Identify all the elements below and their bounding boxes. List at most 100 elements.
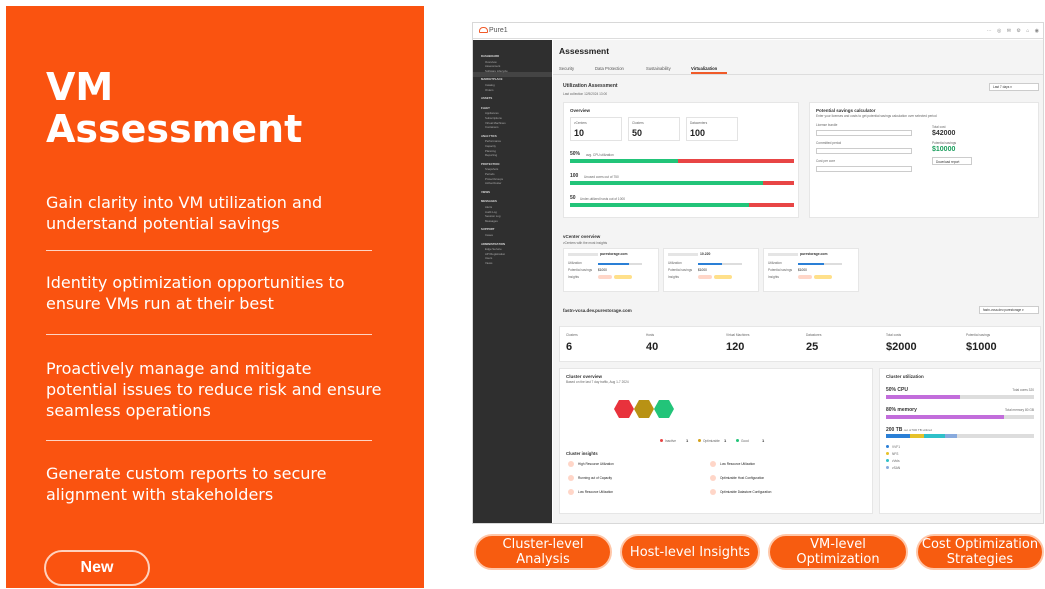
cloud-icon — [479, 27, 488, 33]
sidebar-item[interactable]: Overview — [485, 60, 497, 64]
util-bar-bad — [749, 203, 794, 207]
insight-label[interactable]: Optimizable Host Configuration — [720, 476, 764, 480]
sidebar-item[interactable]: Capacity — [485, 144, 496, 148]
tab-data-protection[interactable]: Data Protection — [595, 66, 624, 71]
legend-dot — [660, 439, 663, 442]
sidebar-item[interactable]: ActiveCluster — [485, 181, 501, 185]
insight-label[interactable]: High Resource Utilization — [578, 462, 614, 466]
storage-legend-label: NFS — [892, 451, 899, 456]
sidebar-item[interactable]: Periods — [485, 172, 494, 176]
vcenter-util-bar — [698, 263, 742, 265]
sidebar-item[interactable]: VIEWS — [481, 190, 490, 194]
sidebar-item[interactable]: ANALYTICS — [481, 134, 497, 138]
util-bar-good — [570, 159, 678, 163]
tab-security[interactable]: Security — [559, 66, 574, 71]
host-select[interactable]: fastn-vcsa.dev.purestorage ▾ — [979, 306, 1039, 314]
kpi-label: Total costs — [886, 333, 902, 337]
period-label: Committed period — [816, 141, 842, 145]
cluster-overview-subtitle: Based on the last 7 day traffic, Aug 1-7… — [566, 380, 629, 384]
sidebar-item[interactable]: Containers — [485, 125, 499, 129]
sidebar-item[interactable]: Subscriptions — [485, 116, 502, 120]
period-select[interactable] — [816, 148, 912, 154]
stat-box: Datacenters 100 — [686, 117, 738, 141]
savings-calculator-card: Potential savings calculator Enter your … — [809, 102, 1039, 218]
kpi-label: Datastores — [806, 333, 822, 337]
range-select[interactable]: Last 7 days ▾ — [989, 83, 1039, 91]
legend-label: Optimizable — [703, 438, 720, 443]
potential-value: $10000 — [932, 146, 956, 153]
cpu-bar-fill — [886, 395, 960, 399]
vcenter-savings: $1000 — [798, 268, 807, 272]
kpi-value: 25 — [806, 341, 819, 353]
divider — [46, 440, 372, 441]
sidebar-item[interactable]: Virtual Machines — [485, 121, 506, 125]
kpi-label: Virtual Machines — [726, 333, 750, 337]
legend-count: 1 — [762, 438, 765, 443]
insight-label[interactable]: Optimizable Datastore Configuration — [720, 490, 771, 494]
license-label: License bundle — [816, 123, 838, 127]
cluster-hex-optimizable[interactable] — [634, 400, 654, 418]
storage-legend-label: VVF1 — [892, 444, 900, 449]
sidebar-item[interactable]: Reporting — [485, 153, 497, 157]
legend-dot — [698, 439, 701, 442]
tab-sustainability[interactable]: Sustainability — [646, 66, 671, 71]
vcenter-card[interactable]: purestorage.com Utilization Potential savi… — [763, 248, 859, 292]
sidebar-item[interactable]: Software Lifecycle — [485, 69, 508, 73]
memory-bar-fill — [886, 415, 1005, 419]
vcenter-card[interactable]: 10.220 Utilization Potential savings Insigh… — [663, 248, 759, 292]
sidebar-item[interactable]: SUPPORT — [481, 227, 495, 231]
vcenter-name-redacted — [568, 253, 598, 256]
main-content: Assessment Security Data Protection Sust… — [553, 40, 1043, 523]
sidebar-item[interactable]: Assessment — [485, 64, 500, 68]
cpu-bar — [886, 395, 1034, 399]
sidebar-item[interactable]: Users — [485, 256, 492, 260]
feature-host-level-insights: Host-level Insights — [620, 534, 760, 570]
sidebar-item[interactable]: Cases — [485, 233, 493, 237]
vcenter-row-label: Insights — [668, 275, 679, 279]
sidebar-item[interactable]: Snapshots — [485, 167, 498, 171]
cluster-hex-inactive[interactable] — [614, 400, 634, 418]
toolbar-icons[interactable]: ⋯ ◎ ✉ ⚙ ⌂ ◉ — [987, 28, 1041, 34]
cost-input[interactable] — [816, 166, 912, 172]
sidebar-item[interactable]: Performance — [485, 139, 501, 143]
insight-tag — [798, 275, 812, 279]
cpu-label: 50% CPU — [886, 387, 908, 393]
sidebar-item[interactable]: DASHBOARD — [481, 54, 499, 58]
sidebar-item[interactable]: ADMINISTRATION — [481, 242, 505, 246]
top-bar: Pure1 ⋯ ◎ ✉ ⚙ ⌂ ◉ — [473, 23, 1043, 39]
sidebar-item[interactable]: Edge Service — [485, 247, 502, 251]
sidebar-item[interactable]: Appliances — [485, 111, 499, 115]
sidebar-item[interactable]: Audit Log — [485, 210, 497, 214]
sidebar-item[interactable]: ASSETS — [481, 96, 492, 100]
sidebar-item[interactable]: FLEET — [481, 106, 490, 110]
sidebar-item[interactable]: Orders — [485, 88, 494, 92]
sidebar-item[interactable]: Alerts — [485, 205, 492, 209]
sidebar-item[interactable]: Session Log — [485, 214, 500, 218]
cluster-hex-good[interactable] — [654, 400, 674, 418]
insight-label[interactable]: Running out of Capacity — [578, 476, 612, 480]
vcenter-row-label: Potential savings — [568, 268, 593, 272]
cluster-util-title: Cluster utilization — [886, 374, 924, 379]
util-bar-bad — [677, 159, 794, 163]
vcenter-card[interactable]: purestorage.com Utilization Potential savi… — [563, 248, 659, 292]
sidebar-item[interactable]: PROTECTION — [481, 162, 499, 166]
insight-label[interactable]: Low Resource Utilization — [578, 490, 613, 494]
host-name: fastn-vcsa.dev.purestorage.com — [563, 308, 632, 313]
sidebar-item[interactable]: Catalog — [485, 83, 495, 87]
sidebar-item[interactable]: MESSAGES — [481, 199, 497, 203]
sidebar-item[interactable]: Messages — [485, 219, 498, 223]
divider — [46, 334, 372, 335]
sidebar-item[interactable]: ProtectGroups — [485, 177, 503, 181]
sidebar-item[interactable]: Planning — [485, 149, 496, 153]
sidebar-item[interactable]: MARKETPLACE — [481, 77, 502, 81]
feature-cost-optimization-strategies: Cost Optimization Strategies — [916, 534, 1044, 570]
sidebar-item[interactable]: API Registration — [485, 252, 505, 256]
download-report-button[interactable]: Download report — [932, 157, 972, 165]
vcenter-util-bar — [598, 263, 642, 265]
tab-virtualization[interactable]: Virtualization — [691, 66, 717, 71]
license-select[interactable] — [816, 130, 912, 136]
insight-label[interactable]: Low Resource Utilization — [720, 462, 755, 466]
sidebar-item[interactable]: Views — [485, 261, 492, 265]
kpi-label: Hosts — [646, 333, 655, 337]
sidebar: DASHBOARD Overview Assessment Software Life… — [473, 40, 552, 523]
